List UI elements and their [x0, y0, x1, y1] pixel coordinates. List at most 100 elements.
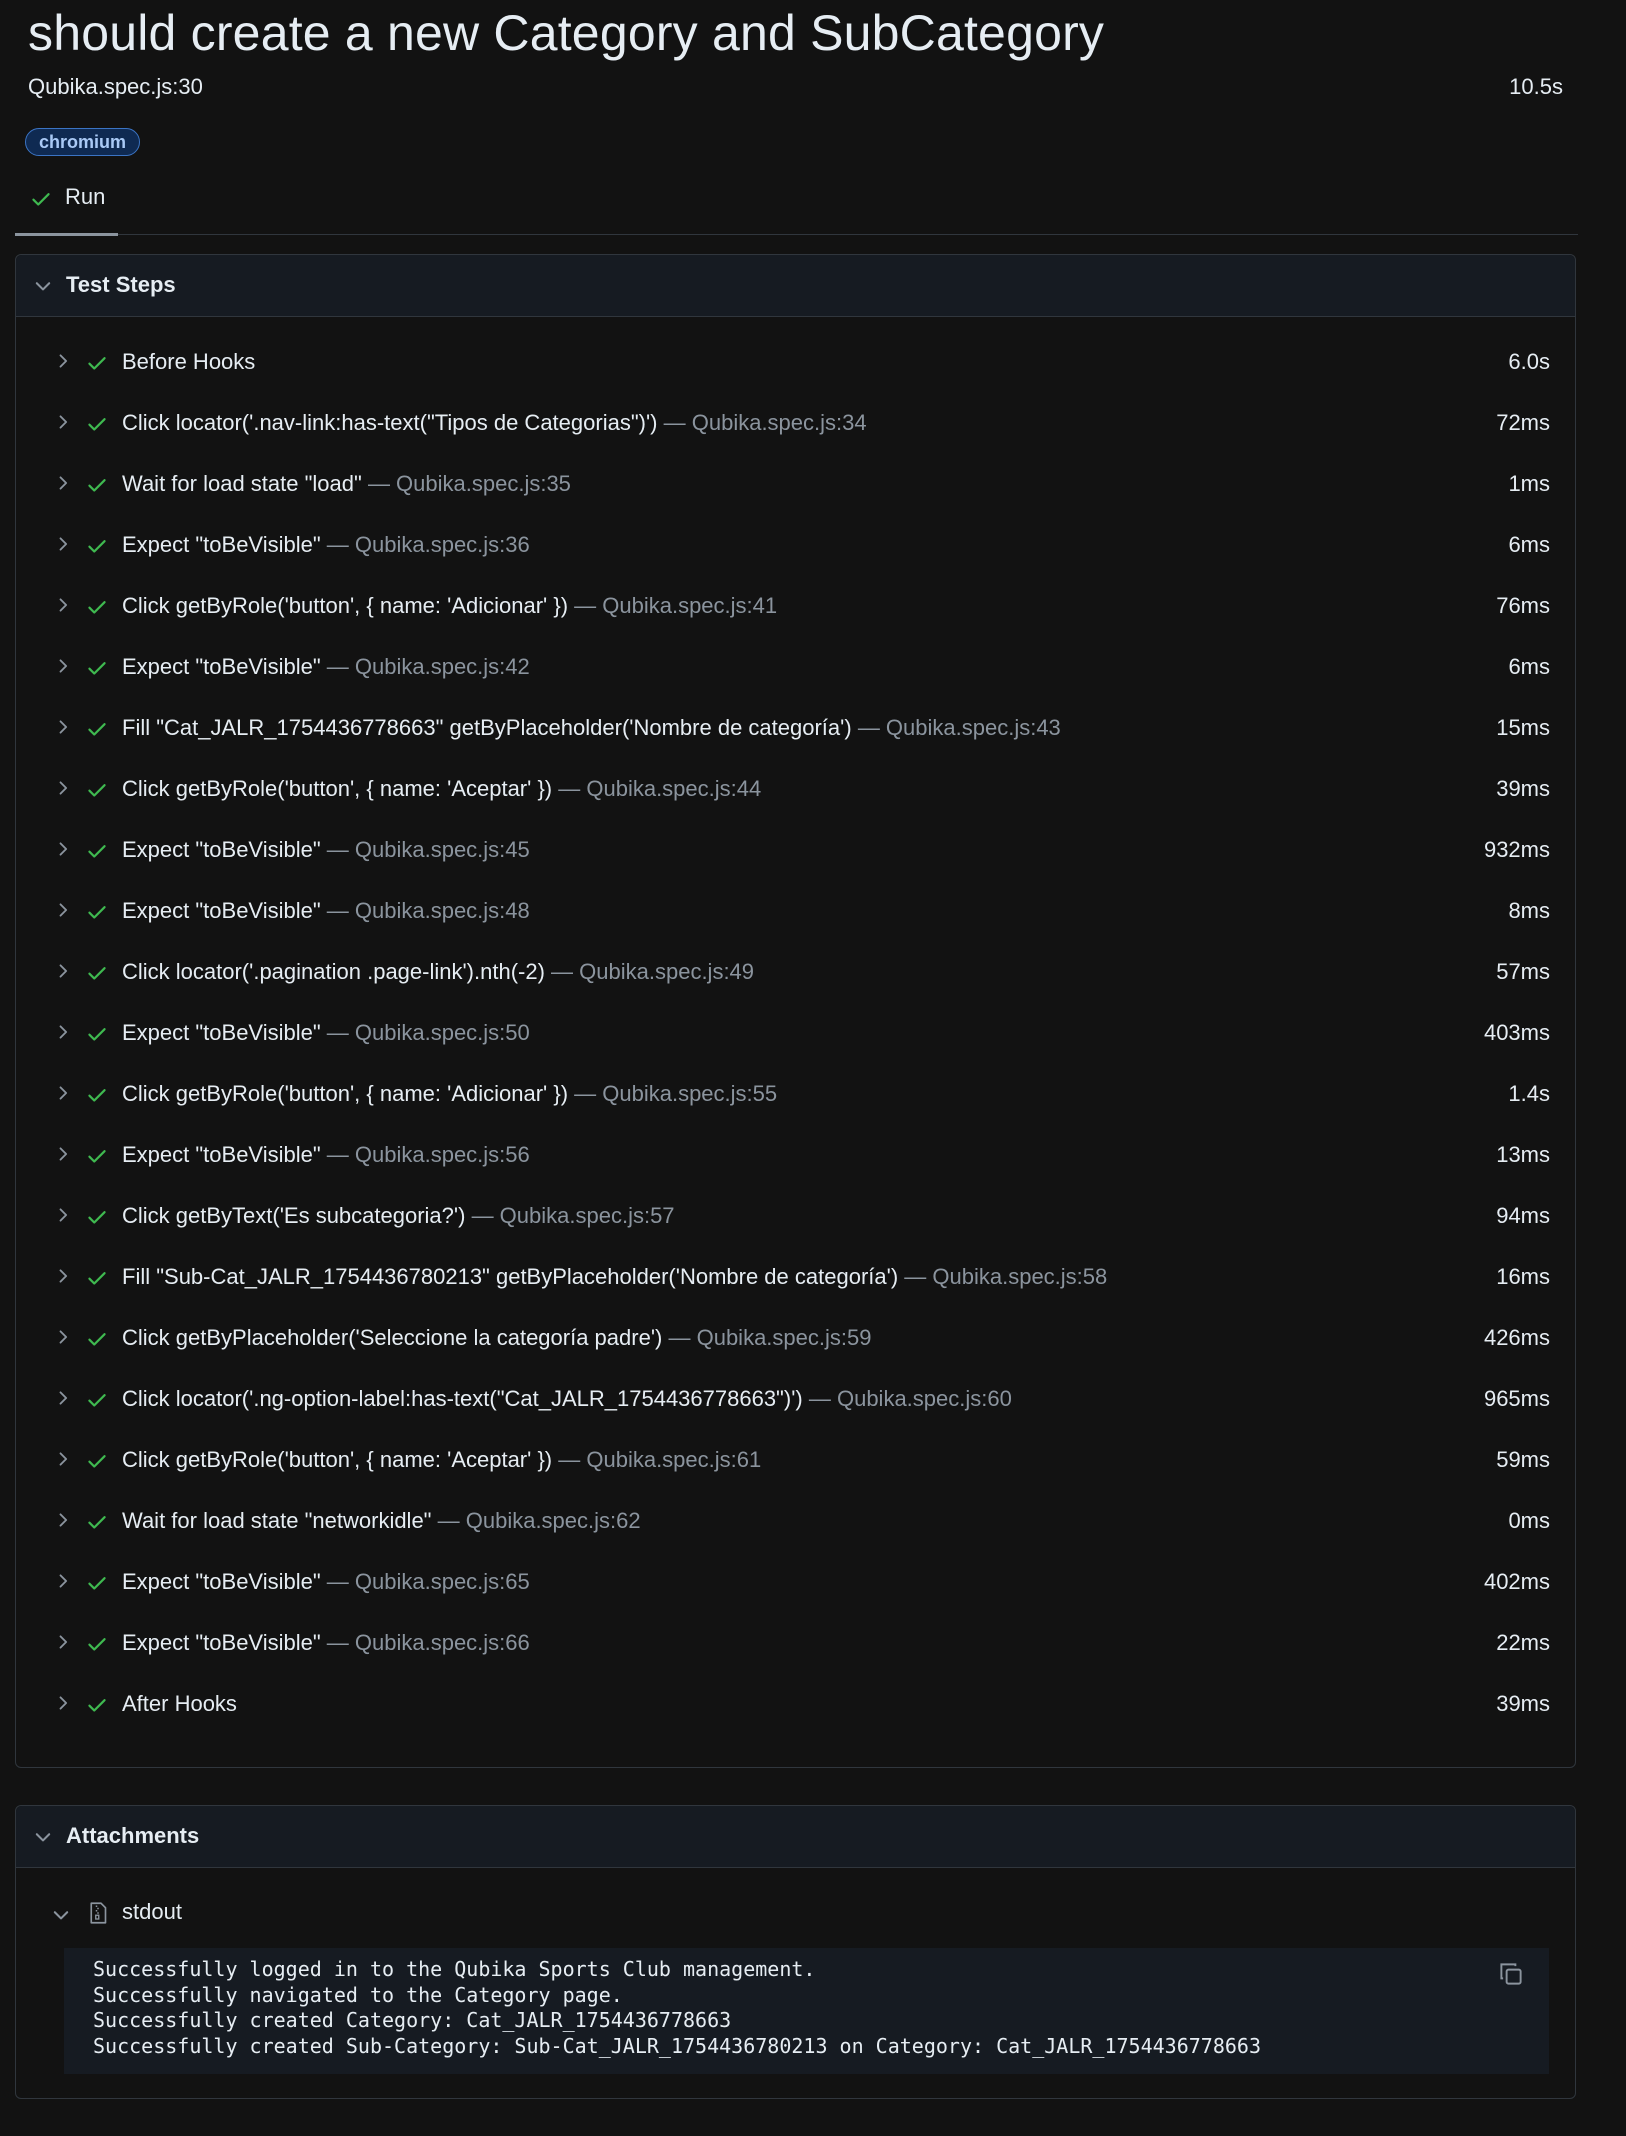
step-location: — Qubika.spec.js:66 — [326, 1630, 530, 1655]
step-action: Click locator('.nav-link:has-text("Tipos… — [122, 410, 658, 435]
step-location: — Qubika.spec.js:57 — [471, 1203, 675, 1228]
step-location: — Qubika.spec.js:60 — [808, 1386, 1012, 1411]
chevron-right-icon[interactable] — [53, 412, 73, 432]
step-location: — Qubika.spec.js:45 — [326, 837, 530, 862]
step-title: Click getByText('Es subcategoria?') — Qu… — [122, 1203, 675, 1229]
step-row[interactable]: Click getByRole('button', { name: 'Adici… — [16, 579, 1575, 640]
step-row[interactable]: Wait for load state "networkidle" — Qubi… — [16, 1494, 1575, 1555]
step-duration: 6.0s — [1508, 349, 1550, 374]
step-location: — Qubika.spec.js:34 — [663, 410, 867, 435]
chevron-right-icon[interactable] — [53, 961, 73, 981]
project-tag-badge[interactable]: chromium — [25, 128, 141, 156]
chevron-right-icon[interactable] — [53, 900, 73, 920]
step-title: Expect "toBeVisible" — Qubika.spec.js:45 — [122, 837, 530, 863]
copy-icon[interactable] — [1497, 1960, 1525, 1988]
check-icon — [86, 1511, 108, 1533]
chevron-right-icon[interactable] — [53, 1083, 73, 1103]
step-title: Click getByRole('button', { name: 'Adici… — [122, 593, 777, 619]
chevron-right-icon[interactable] — [53, 1327, 73, 1347]
stdout-content: Successfully logged in to the Qubika Spo… — [64, 1948, 1549, 2074]
step-row[interactable]: Wait for load state "load" — Qubika.spec… — [16, 457, 1575, 518]
step-duration: 39ms — [1496, 1691, 1550, 1716]
step-action: Click locator('.ng-option-label:has-text… — [122, 1386, 803, 1411]
step-row[interactable]: After Hooks 39ms — [16, 1677, 1575, 1738]
step-duration: 0ms — [1508, 1508, 1550, 1533]
step-title: Expect "toBeVisible" — Qubika.spec.js:66 — [122, 1630, 530, 1656]
step-location: — Qubika.spec.js:48 — [326, 898, 530, 923]
step-row[interactable]: Expect "toBeVisible" — Qubika.spec.js:48… — [16, 884, 1575, 945]
chevron-right-icon[interactable] — [53, 656, 73, 676]
step-title: Expect "toBeVisible" — Qubika.spec.js:42 — [122, 654, 530, 680]
check-icon — [86, 1206, 108, 1228]
step-duration: 426ms — [1483, 1325, 1550, 1350]
tab-run[interactable]: Run — [15, 168, 118, 236]
step-row[interactable]: Expect "toBeVisible" — Qubika.spec.js:45… — [16, 823, 1575, 884]
chevron-right-icon[interactable] — [53, 1693, 73, 1713]
attachments-header[interactable]: Attachments — [16, 1806, 1575, 1868]
chevron-right-icon[interactable] — [53, 839, 73, 859]
chevron-right-icon[interactable] — [53, 717, 73, 737]
step-row[interactable]: Click locator('.pagination .page-link').… — [16, 945, 1575, 1006]
step-title: Click getByRole('button', { name: 'Acept… — [122, 1447, 761, 1473]
step-row[interactable]: Click locator('.nav-link:has-text("Tipos… — [16, 396, 1575, 457]
chevron-right-icon[interactable] — [53, 1510, 73, 1530]
step-duration: 22ms — [1496, 1630, 1550, 1655]
chevron-right-icon[interactable] — [53, 1022, 73, 1042]
step-title: Wait for load state "load" — Qubika.spec… — [122, 471, 571, 497]
step-row[interactable]: Click getByRole('button', { name: 'Acept… — [16, 762, 1575, 823]
step-location: — Qubika.spec.js:35 — [367, 471, 571, 496]
step-action: Click getByRole('button', { name: 'Adici… — [122, 1081, 569, 1106]
chevron-right-icon[interactable] — [53, 1144, 73, 1164]
tab-bar: Run — [15, 168, 1578, 236]
chevron-right-icon[interactable] — [53, 778, 73, 798]
step-row[interactable]: Fill "Sub-Cat_JALR_1754436780213" getByP… — [16, 1250, 1575, 1311]
chevron-right-icon[interactable] — [53, 351, 73, 371]
check-icon — [86, 1633, 108, 1655]
file-zip-icon — [86, 1900, 110, 1926]
step-title: Expect "toBeVisible" — Qubika.spec.js:65 — [122, 1569, 530, 1595]
chevron-right-icon[interactable] — [53, 473, 73, 493]
step-row[interactable]: Expect "toBeVisible" — Qubika.spec.js:36… — [16, 518, 1575, 579]
step-row[interactable]: Expect "toBeVisible" — Qubika.spec.js:66… — [16, 1616, 1575, 1677]
step-duration: 16ms — [1496, 1264, 1550, 1289]
step-row[interactable]: Click locator('.ng-option-label:has-text… — [16, 1372, 1575, 1433]
step-action: Before Hooks — [122, 349, 256, 374]
step-row[interactable]: Fill "Cat_JALR_1754436778663" getByPlace… — [16, 701, 1575, 762]
check-icon — [86, 413, 108, 435]
step-row[interactable]: Before Hooks 6.0s — [16, 335, 1575, 396]
step-row[interactable]: Expect "toBeVisible" — Qubika.spec.js:56… — [16, 1128, 1575, 1189]
step-row[interactable]: Click getByPlaceholder('Seleccione la ca… — [16, 1311, 1575, 1372]
step-location: — Qubika.spec.js:61 — [558, 1447, 762, 1472]
check-icon — [86, 779, 108, 801]
step-row[interactable]: Click getByText('Es subcategoria?') — Qu… — [16, 1189, 1575, 1250]
chevron-right-icon[interactable] — [53, 1449, 73, 1469]
chevron-right-icon[interactable] — [53, 595, 73, 615]
step-duration: 402ms — [1483, 1569, 1550, 1594]
stdout-text: Successfully logged in to the Qubika Spo… — [93, 1957, 1261, 2058]
step-duration: 6ms — [1508, 532, 1550, 557]
test-steps-header[interactable]: Test Steps — [16, 255, 1575, 317]
step-location: — Qubika.spec.js:62 — [437, 1508, 641, 1533]
step-action: Click locator('.pagination .page-link').… — [122, 959, 545, 984]
test-duration: 10.5s — [1509, 74, 1563, 99]
chevron-right-icon[interactable] — [53, 534, 73, 554]
chevron-right-icon[interactable] — [53, 1205, 73, 1225]
chevron-down-icon — [50, 1904, 72, 1926]
step-duration: 72ms — [1496, 410, 1550, 435]
step-location: — Qubika.spec.js:36 — [326, 532, 530, 557]
step-row[interactable]: Expect "toBeVisible" — Qubika.spec.js:42… — [16, 640, 1575, 701]
chevron-right-icon[interactable] — [53, 1388, 73, 1408]
check-icon — [86, 352, 108, 374]
step-row[interactable]: Expect "toBeVisible" — Qubika.spec.js:65… — [16, 1555, 1575, 1616]
step-row[interactable]: Expect "toBeVisible" — Qubika.spec.js:50… — [16, 1006, 1575, 1067]
step-location: — Qubika.spec.js:41 — [574, 593, 778, 618]
step-row[interactable]: Click getByRole('button', { name: 'Acept… — [16, 1433, 1575, 1494]
chevron-right-icon[interactable] — [53, 1266, 73, 1286]
step-location: — Qubika.spec.js:55 — [574, 1081, 778, 1106]
step-title: Expect "toBeVisible" — Qubika.spec.js:48 — [122, 898, 530, 924]
step-row[interactable]: Click getByRole('button', { name: 'Adici… — [16, 1067, 1575, 1128]
check-icon — [86, 1267, 108, 1289]
step-action: Click getByRole('button', { name: 'Adici… — [122, 593, 569, 618]
chevron-right-icon[interactable] — [53, 1571, 73, 1591]
chevron-right-icon[interactable] — [53, 1632, 73, 1652]
